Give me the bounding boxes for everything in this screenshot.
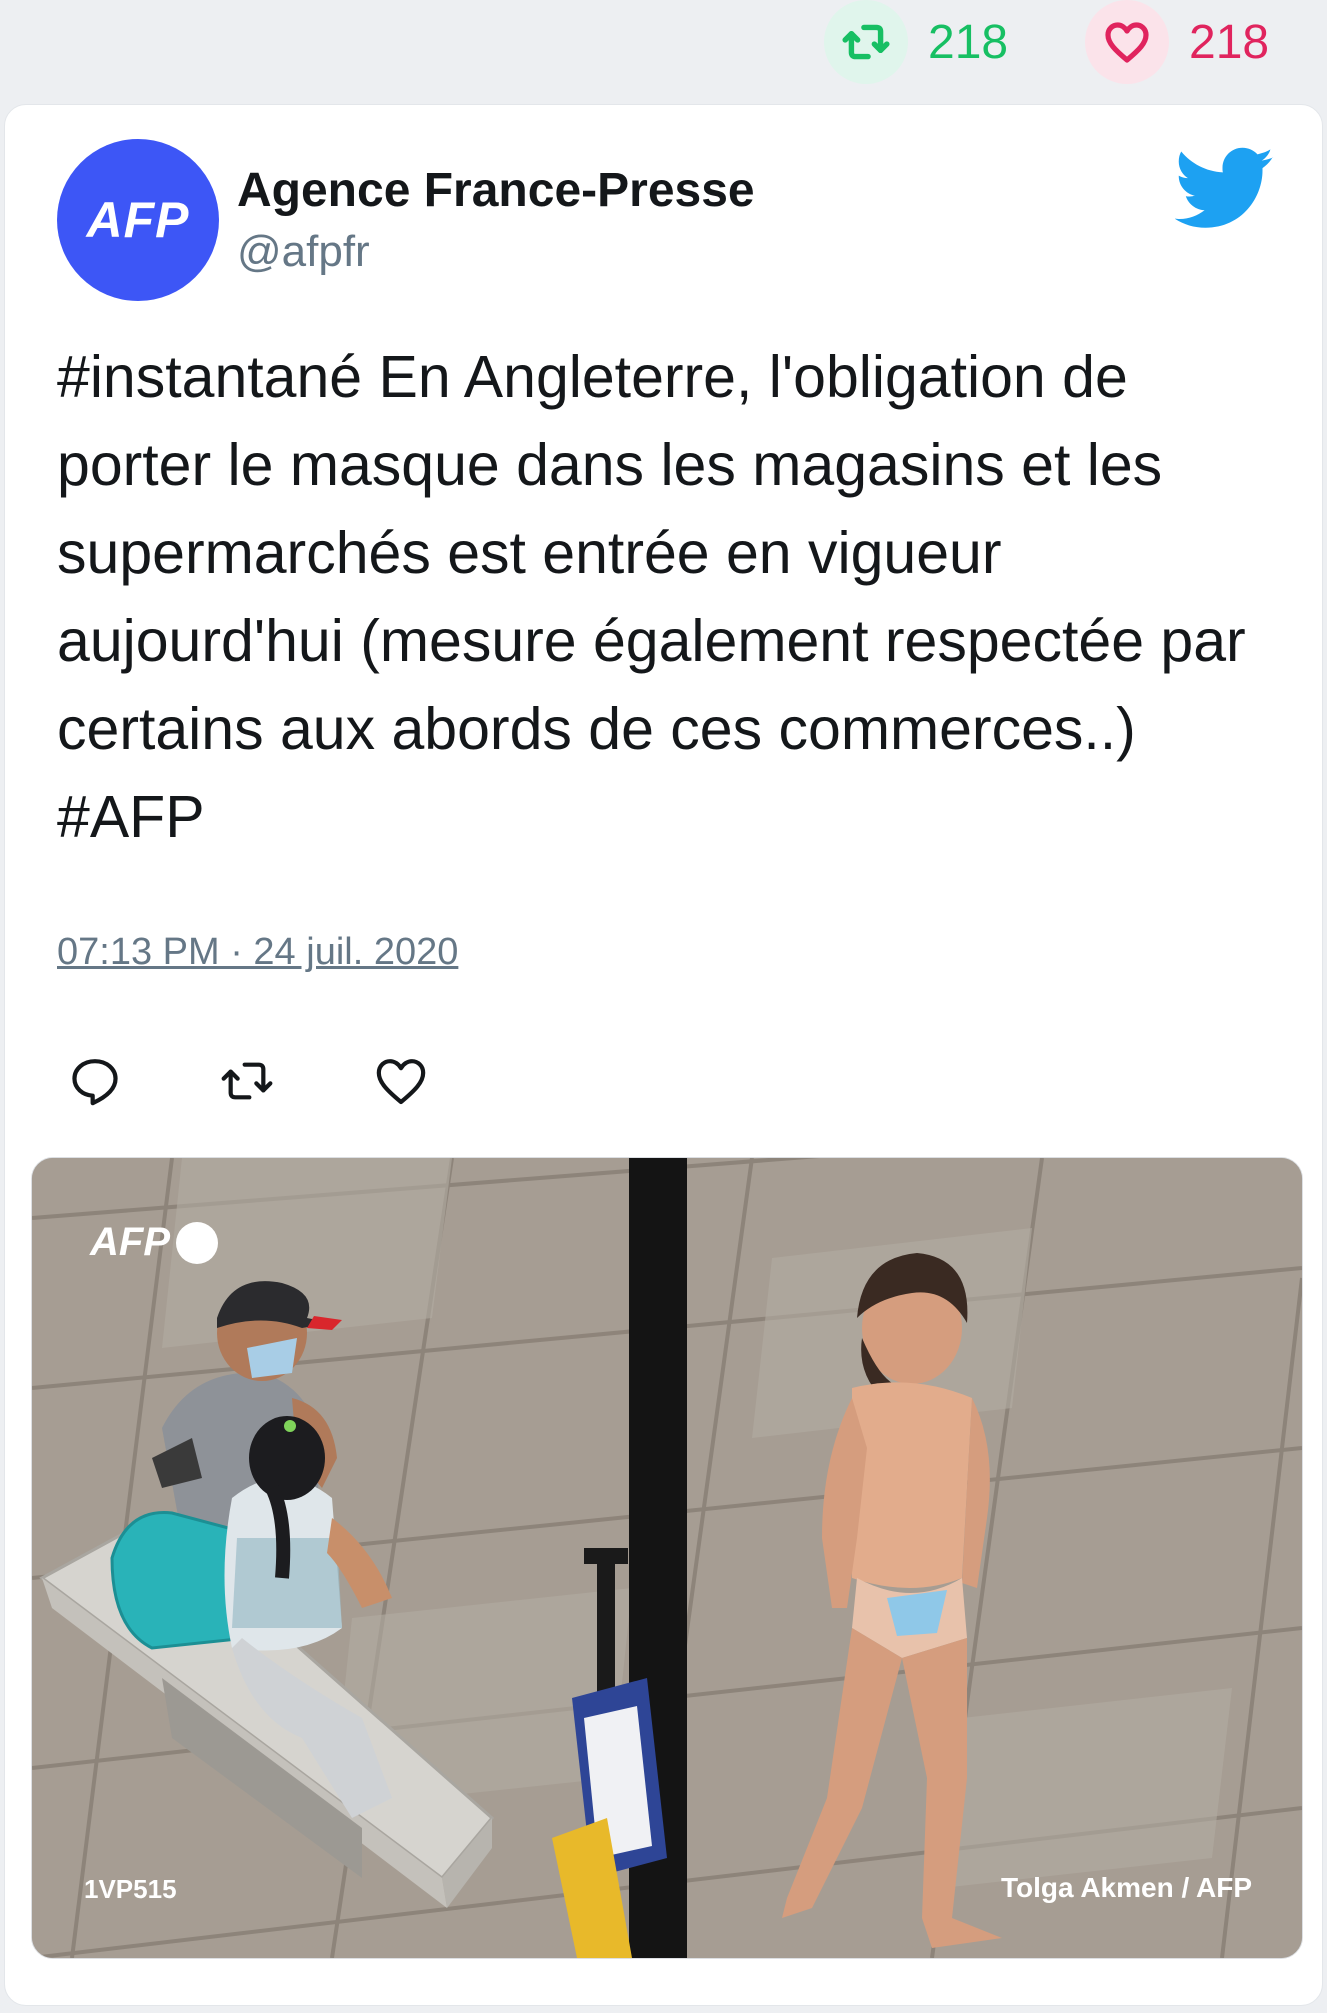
author-handle[interactable]: @afpfr: [237, 227, 370, 277]
tweet-timestamp[interactable]: 07:13 PM · 24 juil. 2020: [57, 931, 458, 974]
heart-icon[interactable]: [373, 1053, 429, 1109]
retweet-icon[interactable]: [219, 1053, 275, 1109]
tweet-card: AFP Agence France-Presse @afpfr #instant…: [4, 104, 1323, 2006]
like-count-stat[interactable]: 218: [1085, 0, 1269, 84]
engagement-bar: 218 218: [0, 0, 1327, 100]
tweet-photo[interactable]: AFP 1VP515 Tolga Akmen / AFP: [31, 1157, 1303, 1959]
photo-scene: [32, 1158, 1302, 1958]
afp-watermark: AFP: [90, 1220, 218, 1265]
tweet-text: #instantané En Angleterre, l'obligation …: [57, 344, 1246, 850]
retweet-icon: [824, 0, 908, 84]
photo-code: 1VP515: [84, 1874, 177, 1904]
heart-icon: [1085, 0, 1169, 84]
reply-icon[interactable]: [67, 1053, 123, 1109]
retweet-count-stat[interactable]: 218: [824, 0, 1008, 84]
like-count: 218: [1189, 15, 1270, 69]
afp-dot-icon: [176, 1221, 218, 1264]
avatar-logo-text: AFP: [86, 192, 190, 248]
author-name[interactable]: Agence France-Presse: [237, 163, 755, 218]
afp-watermark-text: AFP: [90, 1220, 170, 1264]
retweet-count: 218: [928, 15, 1009, 69]
photo-credit: Tolga Akmen / AFP: [1001, 1872, 1252, 1903]
avatar[interactable]: AFP: [57, 139, 219, 301]
twitter-bird-icon[interactable]: [1174, 147, 1275, 231]
